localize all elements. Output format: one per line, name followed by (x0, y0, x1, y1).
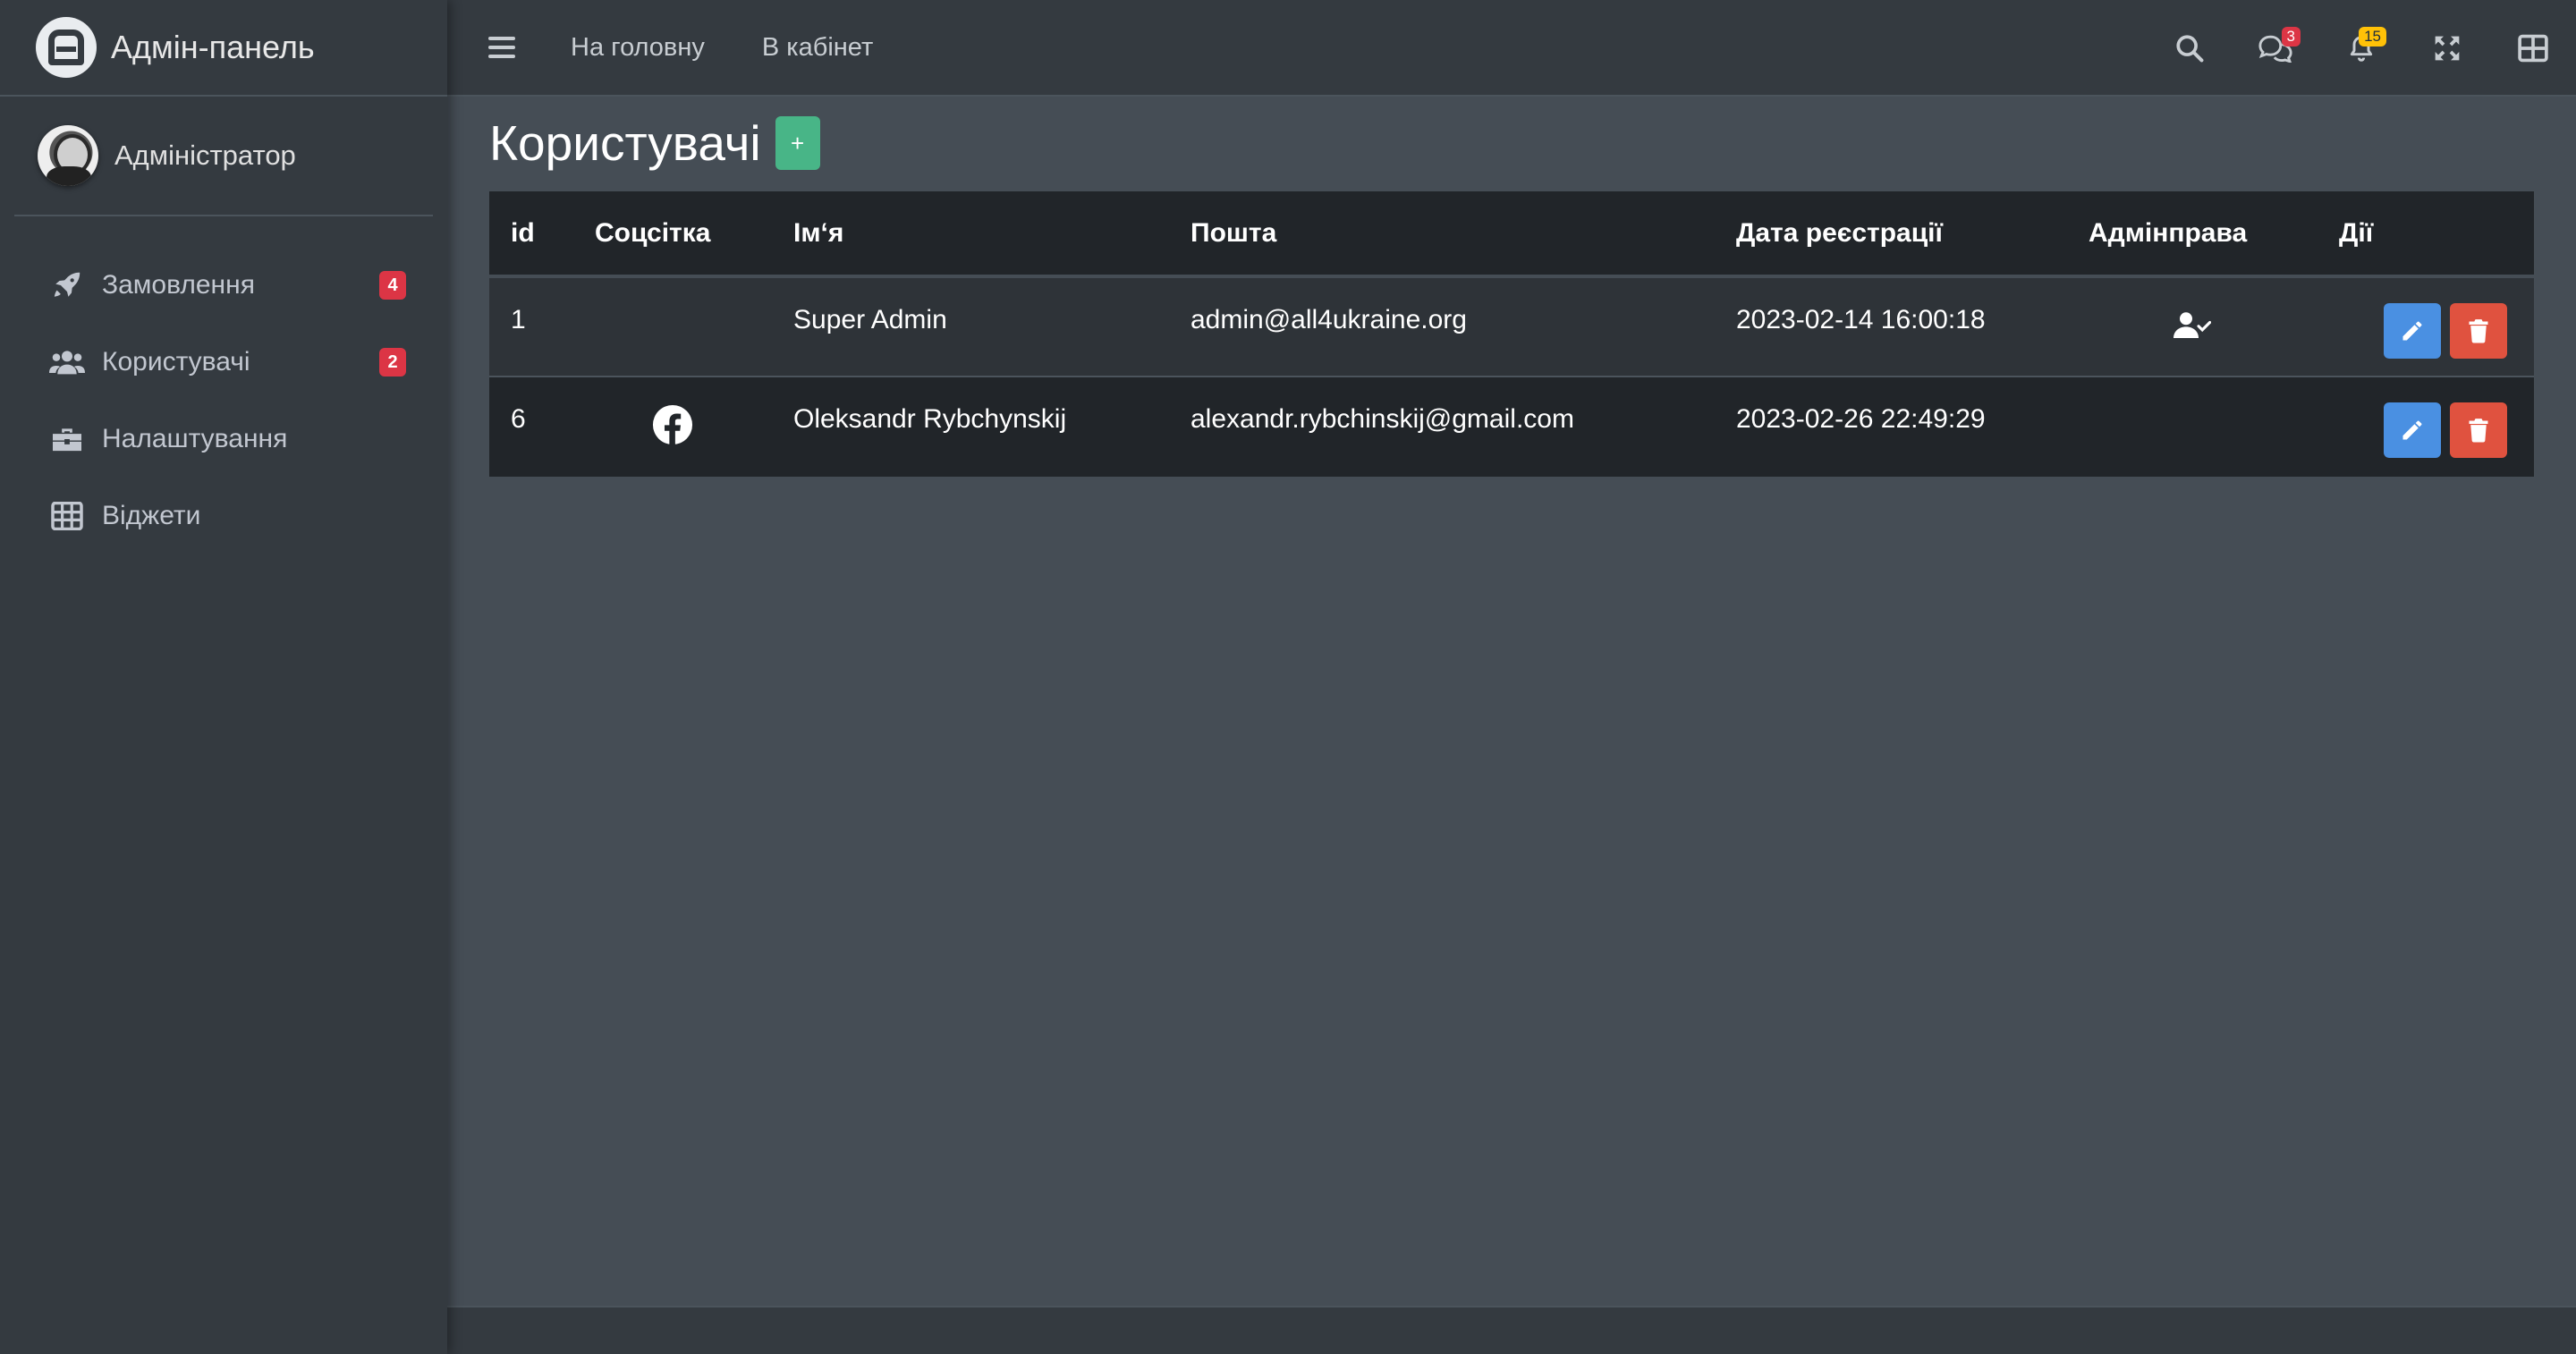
user-name: Адміністратор (114, 140, 296, 171)
orders-count-badge: 4 (379, 271, 406, 300)
cell-email: admin@all4ukraine.org (1169, 275, 1715, 377)
messages-icon[interactable]: 3 (2233, 0, 2318, 97)
cell-actions (2318, 275, 2534, 377)
pencil-icon (2402, 321, 2422, 341)
cell-name: Oleksandr Rybchynskij (772, 376, 1169, 477)
cell-social (573, 376, 772, 477)
page-header: Користувачі + (489, 97, 2576, 190)
user-panel[interactable]: Адміністратор (14, 97, 433, 216)
brand-link[interactable]: Адмін-панель (0, 0, 447, 97)
column-header-id[interactable]: id (489, 190, 573, 278)
menu-toggle-icon[interactable] (488, 37, 515, 58)
table-row[interactable]: 1 Super Admin admin@all4ukraine.org 2023… (489, 275, 2534, 377)
table-header-row: id Соцсітка Ім‘я Пошта Дата реєстрації А… (489, 190, 2534, 278)
edit-button[interactable] (2384, 402, 2441, 458)
cell-email: alexandr.rybchinskij@gmail.com (1169, 376, 1715, 477)
users-table: id Соцсітка Ім‘я Пошта Дата реєстрації А… (489, 190, 2534, 477)
trash-icon (2469, 419, 2488, 443)
messages-count-badge: 3 (2281, 27, 2301, 47)
edit-button[interactable] (2384, 303, 2441, 359)
column-header-social[interactable]: Соцсітка (573, 190, 772, 278)
user-check-icon (2174, 312, 2212, 347)
users-icon (48, 346, 86, 378)
rocket-icon (48, 269, 86, 301)
control-sidebar-icon[interactable] (2490, 0, 2576, 97)
column-header-admin[interactable]: Адмінправа (2067, 190, 2318, 278)
cell-id: 1 (489, 275, 573, 377)
brand-title: Адмін-панель (111, 29, 315, 65)
sidebar-nav: Замовлення 4 Користувачі 2 Налаштування … (0, 247, 447, 554)
sidebar-item-users[interactable]: Користувачі 2 (0, 324, 447, 401)
top-navbar: На головну В кабінет 3 15 (447, 0, 2576, 97)
add-user-button[interactable]: + (775, 116, 820, 170)
sidebar-item-orders[interactable]: Замовлення 4 (0, 247, 447, 324)
grid-icon (48, 500, 86, 532)
table-row[interactable]: 6 Oleksandr Rybchynskij alexandr.rybchin… (489, 376, 2534, 477)
main-footer (447, 1306, 2576, 1354)
avatar (38, 125, 98, 186)
delete-button[interactable] (2450, 303, 2507, 359)
cell-admin (2067, 376, 2318, 477)
cabinet-link[interactable]: В кабінет (762, 33, 873, 63)
notifications-icon[interactable]: 15 (2318, 0, 2404, 97)
cell-id: 6 (489, 376, 573, 477)
navbar-right: 3 15 (2147, 0, 2576, 97)
cell-registered: 2023-02-14 16:00:18 (1715, 275, 2067, 377)
notifications-count-badge: 15 (2359, 27, 2386, 47)
main-sidebar: Адмін-панель Адміністратор Замовлення 4 … (0, 0, 447, 1354)
toolbox-icon (48, 423, 86, 455)
cell-name: Super Admin (772, 275, 1169, 377)
column-header-email[interactable]: Пошта (1169, 190, 1715, 278)
search-icon[interactable] (2147, 0, 2233, 97)
content-wrapper: Користувачі + id Соцсітка Ім‘я Пошта Дат… (447, 97, 2576, 1306)
cell-actions (2318, 376, 2534, 477)
sidebar-item-label: Користувачі (102, 347, 250, 377)
sidebar-item-settings[interactable]: Налаштування (0, 401, 447, 478)
column-header-registered[interactable]: Дата реєстрації (1715, 190, 2067, 278)
column-header-actions: Дії (2318, 190, 2534, 278)
page-title: Користувачі (489, 115, 761, 171)
sidebar-item-label: Налаштування (102, 424, 288, 453)
cell-registered: 2023-02-26 22:49:29 (1715, 376, 2067, 477)
column-header-name[interactable]: Ім‘я (772, 190, 1169, 278)
fullscreen-icon[interactable] (2404, 0, 2490, 97)
users-count-badge: 2 (379, 348, 406, 377)
cell-social (573, 275, 772, 377)
facebook-icon[interactable] (652, 404, 693, 452)
sidebar-item-label: Віджети (102, 501, 201, 530)
sidebar-item-label: Замовлення (102, 270, 255, 300)
sidebar-item-widgets[interactable]: Віджети (0, 478, 447, 554)
trash-icon (2469, 319, 2488, 343)
pencil-icon (2402, 420, 2422, 440)
cell-admin (2067, 275, 2318, 377)
admin-logo-icon (36, 17, 97, 78)
delete-button[interactable] (2450, 402, 2507, 458)
home-link[interactable]: На головну (571, 33, 705, 63)
